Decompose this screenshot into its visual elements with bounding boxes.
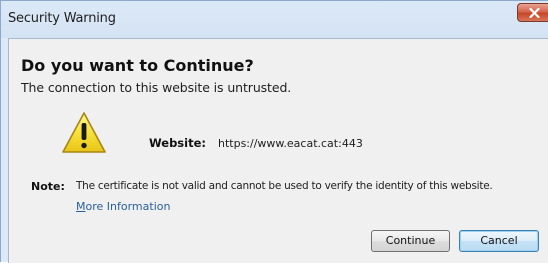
close-x-icon [529,8,540,18]
security-warning-window: Security Warning Do you want to Continue… [0,0,548,263]
more-information-label: ore Information [85,200,171,213]
more-information-link[interactable]: More Information [76,200,170,213]
website-label: Website: [149,136,206,150]
dialog-subheading: The connection to this website is untrus… [21,80,292,95]
note-label: Note: [31,180,65,193]
website-url: https://www.eacat.cat:443 [218,137,363,150]
dialog-heading: Do you want to Continue? [21,56,254,75]
warning-triangle-icon [62,112,106,153]
note-text: The certificate is not valid and cannot … [76,180,493,192]
continue-button[interactable]: Continue [371,230,450,252]
close-button[interactable] [517,3,548,22]
title-bar[interactable]: Security Warning [1,1,548,38]
more-information-accelerator: M [76,200,86,213]
window-title: Security Warning [8,11,116,26]
cancel-button[interactable]: Cancel [459,230,539,252]
